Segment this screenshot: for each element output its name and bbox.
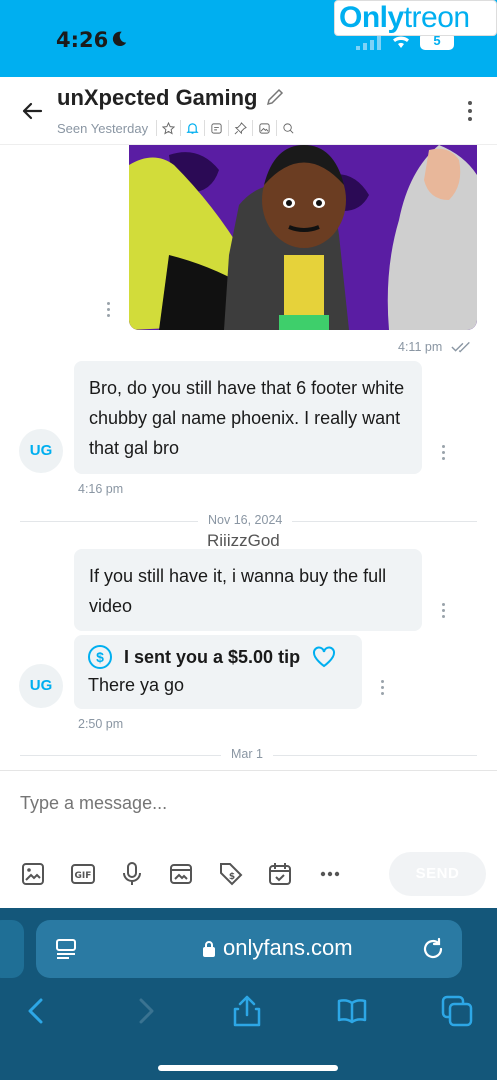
forward-icon xyxy=(139,998,154,1024)
pin-icon[interactable] xyxy=(228,120,252,136)
bookmarks-icon[interactable] xyxy=(335,994,369,1028)
avatar[interactable]: UG xyxy=(19,664,63,708)
more-tools-icon[interactable] xyxy=(317,861,343,887)
dollar-icon: $ xyxy=(88,645,112,669)
chat-title[interactable]: unXpected Gaming xyxy=(57,85,257,111)
svg-text:$: $ xyxy=(229,872,235,882)
header-subrow: Seen Yesterday xyxy=(57,119,300,137)
microphone-icon[interactable] xyxy=(119,861,145,887)
price-tag-icon[interactable]: $ xyxy=(218,861,244,887)
message-bubble: If you still have it, i wanna buy the fu… xyxy=(74,549,422,631)
image-icon[interactable] xyxy=(20,861,46,887)
bell-icon[interactable] xyxy=(180,120,204,136)
media-options-icon[interactable] xyxy=(106,302,110,318)
star-icon[interactable] xyxy=(156,120,180,136)
url-text: onlyfans.com xyxy=(223,935,353,960)
message-time: 4:16 pm xyxy=(78,482,124,496)
back-arrow-icon[interactable] xyxy=(20,99,44,123)
message-text: Bro, do you still have that 6 footer whi… xyxy=(89,378,405,458)
schedule-icon[interactable] xyxy=(267,861,293,887)
date-divider: Mar 1 xyxy=(221,747,273,761)
lock-icon xyxy=(203,941,215,957)
gif-icon[interactable]: GIF xyxy=(70,861,96,887)
home-indicator[interactable] xyxy=(158,1065,338,1071)
heart-icon xyxy=(313,646,336,668)
message-text: There ya go xyxy=(88,675,185,695)
reload-icon[interactable] xyxy=(420,936,446,962)
message-composer: GIF $ SEND xyxy=(0,770,497,908)
more-options-icon[interactable] xyxy=(467,101,473,123)
date-divider: Nov 16, 2024 xyxy=(198,513,293,527)
sender-name: RiiizzGod xyxy=(207,531,280,550)
tabs-icon[interactable] xyxy=(440,994,474,1028)
vault-icon[interactable] xyxy=(168,861,194,887)
avatar[interactable]: UG xyxy=(19,429,63,473)
search-icon[interactable] xyxy=(276,120,300,136)
media-preview-image[interactable] xyxy=(129,145,477,330)
chat-header: unXpected Gaming Seen Yesterday xyxy=(0,77,497,145)
browser-chrome: onlyfans.com xyxy=(0,908,497,1080)
edit-pencil-icon[interactable] xyxy=(265,87,285,107)
back-icon[interactable] xyxy=(20,994,54,1028)
read-checkmarks-icon xyxy=(451,341,470,353)
message-options-icon[interactable] xyxy=(441,445,445,461)
svg-text:GIF: GIF xyxy=(75,871,92,881)
moon-icon xyxy=(112,31,127,47)
tip-text: I sent you a $5.00 tip xyxy=(124,647,301,667)
signal-icon xyxy=(356,36,381,50)
clock: 4:26 xyxy=(56,28,109,52)
media-artwork xyxy=(129,145,477,330)
tip-bubble: $ I sent you a $5.00 tip There ya go xyxy=(74,635,362,709)
previous-tab[interactable] xyxy=(0,920,24,978)
message-options-icon[interactable] xyxy=(441,603,445,619)
share-icon[interactable] xyxy=(230,994,264,1028)
gallery-icon[interactable] xyxy=(252,120,276,136)
message-input[interactable] xyxy=(20,793,460,814)
reader-mode-icon[interactable] xyxy=(54,938,78,960)
address-bar[interactable]: onlyfans.com xyxy=(36,920,462,978)
note-icon[interactable] xyxy=(204,120,228,136)
message-bubble: Bro, do you still have that 6 footer whi… xyxy=(74,361,422,474)
last-seen: Seen Yesterday xyxy=(57,120,149,136)
send-button[interactable]: SEND xyxy=(389,852,486,896)
message-options-icon[interactable] xyxy=(380,680,384,696)
chat-area: 4:11 pm Bro, do you still have that 6 fo… xyxy=(0,145,497,770)
message-text: If you still have it, i wanna buy the fu… xyxy=(89,566,387,616)
message-time: 2:50 pm xyxy=(78,717,124,731)
message-time: 4:11 pm xyxy=(398,340,443,354)
tip-line: $ I sent you a $5.00 tip xyxy=(88,643,348,671)
watermark-logo: Onlytreon xyxy=(334,0,497,36)
